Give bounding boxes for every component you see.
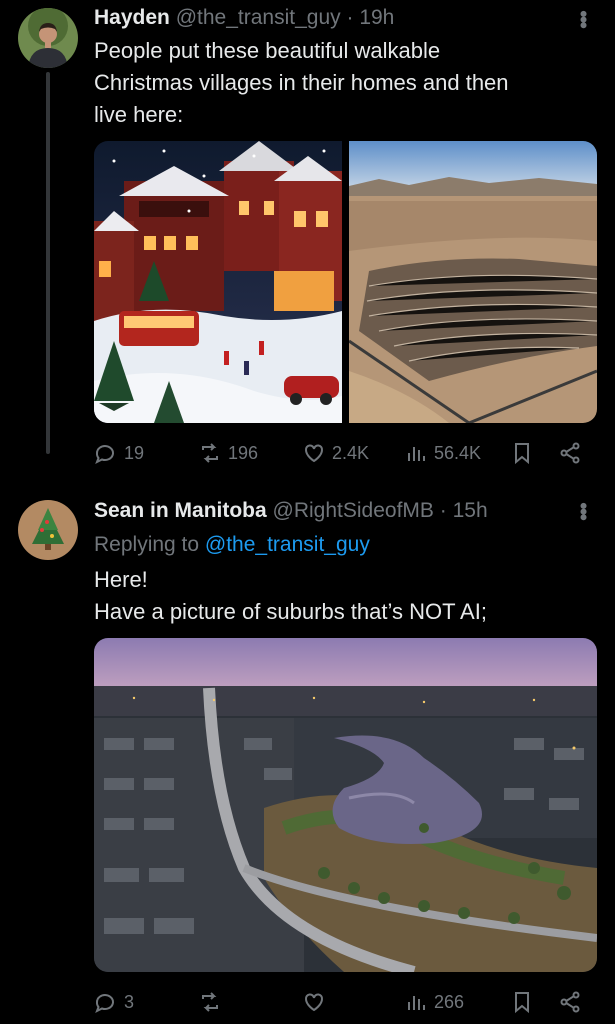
reply-count: 19 xyxy=(124,442,145,463)
views-count: 266 xyxy=(434,991,465,1012)
timestamp[interactable]: 15h xyxy=(453,499,488,522)
tweet-1[interactable]: Hayden @the_transit_guy · 19h ••• People… xyxy=(0,0,615,480)
repost-icon xyxy=(202,443,218,463)
like-button[interactable]: 2.4K xyxy=(302,438,369,468)
replying-prefix: Replying to xyxy=(94,533,205,556)
reply-button[interactable]: 19 xyxy=(94,438,144,468)
tweet-2[interactable]: Sean in Manitoba @RightSideofMB · 15h ••… xyxy=(0,490,615,1024)
text-line: Have a picture of suburbs that’s NOT AI; xyxy=(94,599,487,624)
repost-button[interactable]: 196 xyxy=(198,438,258,468)
views-icon xyxy=(408,447,425,461)
avatar-image xyxy=(18,8,78,68)
reply-count: 3 xyxy=(124,991,135,1012)
views-button[interactable]: 266 xyxy=(404,987,464,1017)
share-button[interactable] xyxy=(558,987,582,1017)
reply-button[interactable]: 3 xyxy=(94,987,134,1017)
views-button[interactable]: 56.4K xyxy=(404,438,481,468)
more-icon[interactable]: ••• xyxy=(571,10,596,27)
views-icon xyxy=(408,996,425,1010)
avatar-image xyxy=(18,500,78,560)
christmas-village-image xyxy=(94,141,342,423)
text-line: Christmas villages in their homes and th… xyxy=(94,70,509,95)
reply-icon xyxy=(95,445,114,465)
separator: · xyxy=(439,499,447,522)
desert-suburb-image xyxy=(349,141,597,423)
like-icon xyxy=(305,993,323,1012)
handle[interactable]: @RightSideofMB xyxy=(273,499,434,522)
aerial-suburb-photo[interactable] xyxy=(94,638,597,972)
bookmark-icon xyxy=(515,992,529,1014)
text-line: live here: xyxy=(94,102,184,127)
tweet-1-actions: 19 196 2.4K 56.4K xyxy=(94,438,594,468)
views-count: 56.4K xyxy=(434,442,482,463)
tweet-2-text: Here! Have a picture of suburbs that’s N… xyxy=(94,564,594,628)
bookmark-button[interactable] xyxy=(510,438,534,468)
tweet-2-actions: 3 266 xyxy=(94,987,594,1017)
mention-link[interactable]: @the_transit_guy xyxy=(205,533,370,556)
replying-to-line: Replying to @the_transit_guy xyxy=(94,532,370,558)
share-icon xyxy=(560,442,580,464)
bookmark-icon xyxy=(515,443,529,465)
repost-button[interactable] xyxy=(198,987,228,1017)
like-button[interactable] xyxy=(302,987,332,1017)
desert-suburb-photo[interactable] xyxy=(349,141,597,423)
avatar-sean[interactable] xyxy=(18,500,78,560)
share-icon xyxy=(560,991,580,1013)
reply-icon xyxy=(95,994,114,1014)
display-name[interactable]: Hayden xyxy=(94,6,170,29)
repost-icon xyxy=(202,992,218,1012)
share-button[interactable] xyxy=(558,438,582,468)
separator: · xyxy=(346,6,354,29)
repost-count: 196 xyxy=(228,442,259,463)
bookmark-button[interactable] xyxy=(510,987,534,1017)
avatar-hayden[interactable] xyxy=(18,8,78,68)
tweet-2-header: Sean in Manitoba @RightSideofMB · 15h xyxy=(94,498,488,524)
aerial-suburb-image xyxy=(94,638,597,972)
like-icon xyxy=(305,444,323,463)
more-icon[interactable]: ••• xyxy=(571,502,596,519)
like-count: 2.4K xyxy=(332,442,370,463)
display-name[interactable]: Sean in Manitoba xyxy=(94,499,267,522)
timestamp[interactable]: 19h xyxy=(359,6,394,29)
thread-line xyxy=(46,72,50,454)
tweet-1-text: People put these beautiful walkable Chri… xyxy=(94,35,594,131)
text-line: People put these beautiful walkable xyxy=(94,38,441,63)
text-line: Here! xyxy=(94,567,148,592)
christmas-village-photo[interactable] xyxy=(94,141,342,423)
tweet-1-header: Hayden @the_transit_guy · 19h xyxy=(94,5,394,31)
handle[interactable]: @the_transit_guy xyxy=(176,6,341,29)
